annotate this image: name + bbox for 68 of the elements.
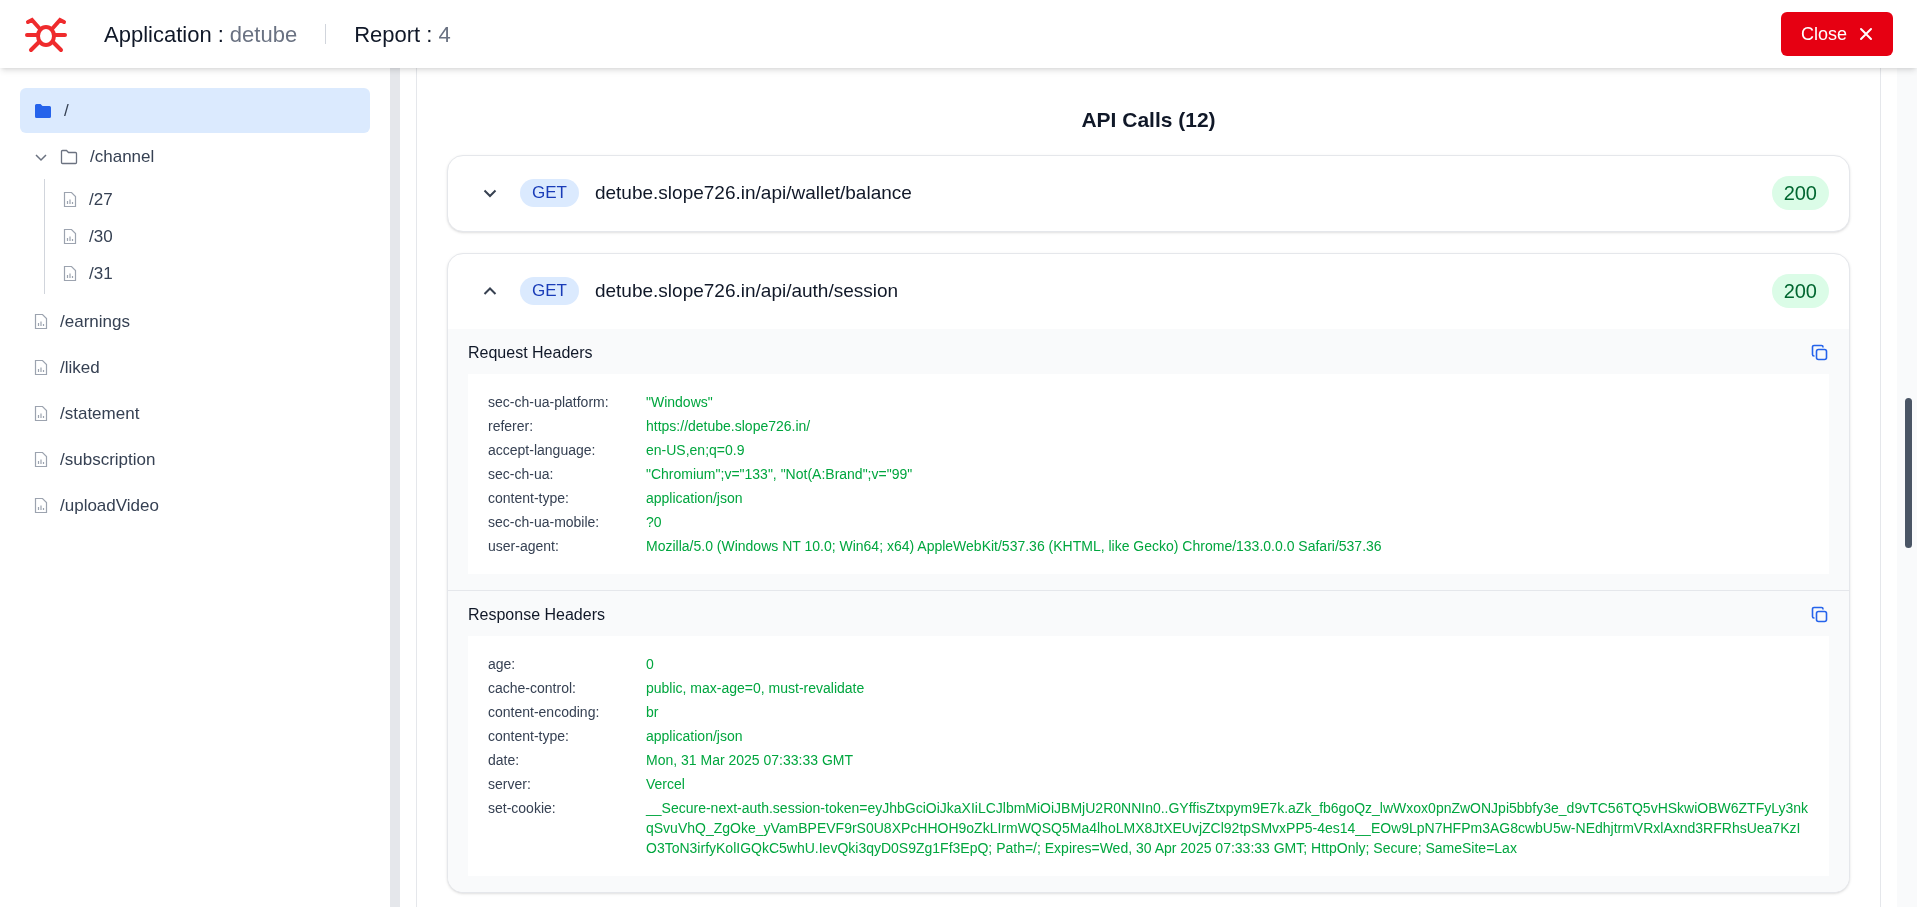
close-button[interactable]: Close — [1780, 12, 1893, 56]
close-icon — [1859, 27, 1873, 41]
folder-icon — [60, 148, 78, 165]
tree-item[interactable]: /uploadVideo — [20, 483, 370, 528]
header-name: age: — [488, 654, 517, 674]
header-name: sec-ch-ua: — [488, 464, 555, 484]
header-value: 0 — [646, 654, 654, 674]
application-name: detube — [229, 20, 298, 49]
header-value: br — [646, 702, 659, 722]
header-value: application/json — [646, 726, 743, 746]
file-chart-icon — [63, 228, 77, 245]
report-number: 4 — [438, 20, 451, 49]
header-name: date: — [488, 750, 521, 770]
header-name: content-encoding: — [488, 702, 601, 722]
header-value: en-US,en;q=0.9 — [646, 440, 745, 460]
header-name: cache-control: — [488, 678, 577, 698]
header-value: __Secure-next-auth.session-token=eyJhbGciOiJkaXIiLCJlbmMiOiJBMjU2R0NNIn0..GYffisZtxpym9E7k.aZk_fb6goQz_lwWxox0pnZwONJpi5bbfy3e_d9vTC56TQ5vHSkwiOBW6ZTFyLy3nkqSvuVhQ_ZgOke_yVamBPEVF9rS0U8XPcHHOH9oZkLIrmWQSQ5Ma4lhoLMX8JtXEUvjZCl92tpSMvxPP5-4es14__EOw9LpN7HFPm3AG8cwbU5w-NEdhjtrmVRxlAxnd3RFRhsUea7KzIO3ToN3irfyKolIGQkC5whU.IevQki3qyD0S9Zg1Ff3EpQ; Path=/; Expires=Wed, 30 Apr 2025 07:33:33 GMT; HttpOnly; Secure; SameSite=Lax — [646, 798, 1809, 858]
file-chart-icon — [34, 313, 48, 330]
header-name: accept-language: — [488, 440, 597, 460]
header-value: Mozilla/5.0 (Windows NT 10.0; Win64; x64) AppleWebKit/537.36 (KHTML, like Gecko) Chrome/133.0.0.0 Safari/537.36 — [646, 536, 1382, 556]
header-name: content-type: — [488, 726, 570, 746]
file-chart-icon — [34, 497, 48, 514]
tree-item[interactable]: /earnings — [20, 299, 370, 344]
file-chart-icon — [34, 405, 48, 422]
api-call-header[interactable]: GET detube.slope726.in/api/wallet/balance 200 — [448, 155, 1849, 231]
tree-item[interactable]: /27 — [45, 181, 370, 218]
tree-item[interactable]: /subscription — [20, 437, 370, 482]
request-url: detube.slope726.in/api/wallet/balance — [594, 180, 912, 205]
header-value: "Windows" — [646, 392, 713, 412]
status-code: 200 — [1771, 274, 1829, 308]
method-tag: GET — [520, 179, 579, 207]
panel-title: Response Headers — [468, 604, 605, 625]
tree-item[interactable]: / — [20, 88, 370, 133]
file-chart-icon — [63, 191, 77, 208]
header-name: sec-ch-ua-mobile: — [488, 512, 601, 532]
report-label: Report : — [354, 20, 433, 49]
application-label: Application : — [104, 20, 224, 49]
section-title: API Calls (12) — [1080, 107, 1217, 133]
tree-item[interactable]: /30 — [45, 218, 370, 255]
file-chart-icon — [34, 451, 48, 468]
header-name: sec-ch-ua-platform: — [488, 392, 610, 412]
file-chart-icon — [34, 359, 48, 376]
tree-item[interactable]: /channel — [20, 134, 370, 179]
method-tag: GET — [520, 277, 579, 305]
header-name: set-cookie: — [488, 798, 557, 818]
status-code: 200 — [1771, 176, 1829, 210]
header-value: Mon, 31 Mar 2025 07:33:33 GMT — [646, 750, 853, 770]
api-call-header[interactable]: GET detube.slope726.in/api/auth/session 200 — [448, 253, 1849, 329]
scrollbar[interactable] — [1897, 68, 1917, 907]
header-name: referer: — [488, 416, 535, 436]
tree-item[interactable]: /liked — [20, 345, 370, 390]
header-value: application/json — [646, 488, 743, 508]
header-name: content-type: — [488, 488, 570, 508]
header-value: "Chromium";v="133", "Not(A:Brand";v="99" — [646, 464, 913, 484]
folder-icon — [34, 102, 52, 119]
request-url: detube.slope726.in/api/auth/session — [594, 278, 899, 303]
header-value: https://detube.slope726.in/ — [646, 416, 811, 436]
file-chart-icon — [63, 265, 77, 282]
panel-title: Request Headers — [468, 342, 593, 363]
header-value: public, max-age=0, must-revalidate — [646, 678, 865, 698]
copy-icon[interactable] — [1811, 343, 1829, 362]
header-name: user-agent: — [488, 536, 560, 556]
header-value: Vercel — [646, 774, 685, 794]
tree-item[interactable]: /31 — [45, 255, 370, 292]
tree-item[interactable]: /statement — [20, 391, 370, 436]
header-value: ?0 — [646, 512, 662, 532]
header-name: server: — [488, 774, 532, 794]
copy-icon[interactable] — [1811, 605, 1829, 624]
